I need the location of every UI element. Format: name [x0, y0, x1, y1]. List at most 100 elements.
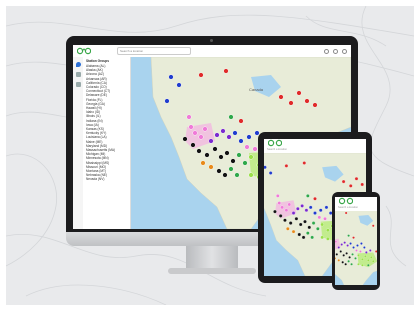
station-marker[interactable] [326, 228, 330, 233]
station-marker[interactable] [248, 172, 254, 178]
filter-icon[interactable] [75, 82, 81, 87]
station-marker[interactable] [347, 260, 350, 263]
station-marker[interactable] [370, 256, 373, 259]
station-marker[interactable] [214, 132, 220, 138]
station-marker[interactable] [346, 244, 349, 247]
station-marker[interactable] [320, 222, 324, 227]
station-marker[interactable] [352, 236, 355, 239]
station-marker[interactable] [349, 242, 352, 245]
station-marker[interactable] [318, 208, 323, 212]
station-marker[interactable] [342, 254, 345, 257]
station-marker[interactable] [357, 263, 360, 266]
station-marker[interactable] [296, 206, 300, 211]
station-marker[interactable] [360, 182, 364, 187]
station-marker[interactable] [374, 250, 377, 253]
station-marker[interactable] [223, 68, 229, 74]
station-marker[interactable] [304, 208, 309, 212]
phone-map-view[interactable] [335, 211, 377, 285]
station-marker[interactable] [168, 74, 174, 80]
station-marker[interactable] [238, 118, 244, 124]
station-marker[interactable] [303, 219, 307, 224]
station-marker[interactable] [294, 217, 299, 221]
settings-icon[interactable] [324, 48, 329, 54]
station-marker[interactable] [355, 249, 358, 252]
station-marker[interactable] [238, 138, 244, 144]
station-marker[interactable] [164, 98, 170, 104]
station-marker[interactable] [372, 224, 375, 228]
station-marker[interactable] [340, 243, 343, 246]
search-input[interactable]: Search a location [117, 47, 191, 55]
station-marker[interactable] [313, 196, 317, 201]
station-marker[interactable] [363, 246, 366, 249]
station-marker[interactable] [354, 257, 357, 260]
station-marker[interactable] [300, 204, 304, 208]
station-marker[interactable] [304, 98, 310, 104]
station-marker[interactable] [277, 201, 282, 205]
station-marker[interactable] [252, 146, 258, 152]
station-marker[interactable] [186, 114, 192, 120]
station-marker[interactable] [335, 253, 338, 256]
station-marker[interactable] [236, 152, 242, 158]
station-marker[interactable] [244, 144, 250, 150]
station-marker[interactable] [316, 227, 320, 231]
station-marker[interactable] [230, 158, 236, 164]
station-marker[interactable] [365, 251, 368, 254]
station-marker[interactable] [326, 237, 330, 241]
station-marker[interactable] [361, 258, 364, 261]
station-marker[interactable] [196, 148, 202, 154]
station-marker[interactable] [273, 209, 277, 214]
layers-icon[interactable] [75, 72, 81, 77]
station-marker[interactable] [337, 259, 340, 262]
station-marker[interactable] [347, 234, 350, 237]
station-marker[interactable] [341, 179, 346, 184]
station-marker[interactable] [350, 263, 353, 266]
station-marker[interactable] [278, 94, 284, 100]
station-marker[interactable] [190, 142, 196, 148]
station-marker[interactable] [341, 261, 344, 264]
station-marker[interactable] [220, 128, 226, 134]
station-marker[interactable] [242, 160, 248, 166]
station-marker[interactable] [226, 134, 232, 140]
location-pin-icon[interactable] [75, 62, 81, 67]
station-marker[interactable] [264, 165, 267, 170]
station-marker[interactable] [218, 154, 224, 160]
station-marker[interactable] [280, 205, 284, 210]
station-marker[interactable] [307, 225, 312, 230]
station-marker[interactable] [246, 134, 252, 140]
station-marker[interactable] [296, 90, 302, 96]
station-marker[interactable] [360, 242, 363, 245]
station-marker[interactable] [335, 240, 338, 243]
station-marker[interactable] [351, 253, 354, 256]
station-marker[interactable] [311, 221, 316, 225]
station-marker[interactable] [308, 205, 313, 210]
station-marker[interactable] [176, 82, 182, 88]
station-marker[interactable] [364, 255, 367, 258]
station-marker[interactable] [198, 134, 204, 140]
station-marker[interactable] [200, 160, 206, 166]
station-marker[interactable] [234, 172, 240, 178]
station-marker[interactable] [202, 126, 208, 132]
station-marker[interactable] [188, 124, 194, 130]
station-marker[interactable] [228, 114, 234, 120]
station-marker[interactable] [372, 260, 375, 263]
station-marker[interactable] [313, 211, 317, 215]
station-marker[interactable] [357, 254, 360, 257]
station-marker[interactable] [361, 264, 364, 267]
station-marker[interactable] [348, 184, 353, 188]
station-marker[interactable] [367, 264, 370, 267]
station-marker[interactable] [323, 217, 327, 221]
station-marker[interactable] [369, 249, 372, 252]
station-marker[interactable] [284, 164, 289, 168]
station-marker[interactable] [312, 102, 318, 108]
station-marker[interactable] [306, 194, 310, 198]
station-marker[interactable] [212, 146, 218, 152]
station-marker[interactable] [344, 263, 347, 266]
station-marker[interactable] [268, 171, 273, 175]
station-marker[interactable] [324, 205, 329, 210]
station-marker[interactable] [208, 138, 214, 144]
user-icon[interactable] [333, 48, 338, 54]
station-marker[interactable] [288, 221, 293, 225]
station-marker[interactable] [367, 259, 370, 262]
station-marker[interactable] [232, 130, 238, 136]
phone-map-canvas[interactable] [335, 211, 377, 285]
